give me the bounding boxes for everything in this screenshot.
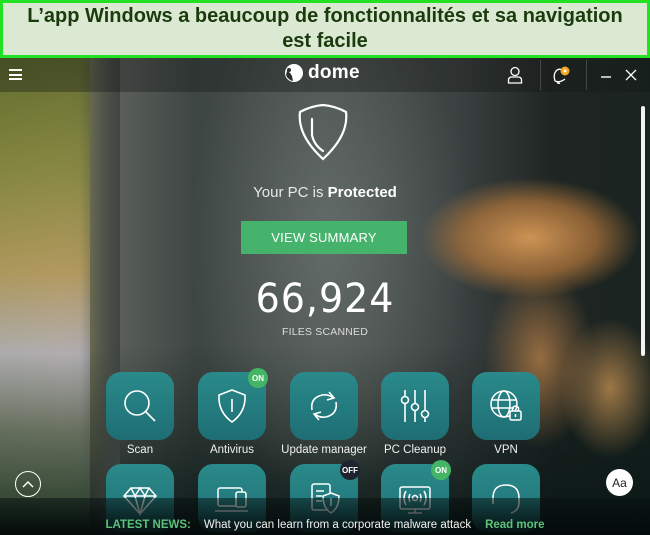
antivirus-status-badge: ON (248, 368, 268, 388)
brand-name: dome (308, 62, 360, 83)
scroll-up-button[interactable] (15, 471, 41, 497)
top-bar: dome (0, 58, 650, 92)
news-headline[interactable]: What you can learn from a corporate malw… (204, 519, 471, 531)
minimize-button[interactable] (597, 58, 615, 92)
dome-app-window: dome Your PC is Protected VIEW SUMMARY 6… (0, 58, 650, 535)
caption-banner: L’app Windows a beaucoup de fonctionnali… (0, 0, 650, 58)
refresh-icon (310, 391, 338, 421)
protection-status: Your PC is Protected (0, 184, 650, 201)
separator (540, 60, 541, 90)
shield-icon (298, 103, 348, 161)
search-icon (124, 390, 156, 422)
files-scanned-count: 66,924 (255, 276, 395, 322)
sliders-icon (400, 390, 430, 422)
status-prefix: Your PC is (253, 184, 328, 201)
vpn-tile[interactable] (472, 372, 540, 440)
account-button[interactable] (500, 58, 530, 92)
read-more-link[interactable]: Read more (485, 519, 544, 531)
notifications-button[interactable] (546, 58, 576, 92)
files-scanned-label: FILES SCANNED (281, 326, 369, 338)
close-button[interactable] (622, 58, 640, 92)
vpn-label: VPN (494, 444, 518, 456)
hamburger-icon[interactable] (9, 69, 22, 80)
globe-lock-icon (490, 390, 522, 421)
wifi-protection-status-badge: ON (431, 460, 451, 480)
update-manager-tile[interactable] (290, 372, 358, 440)
data-protection-status-badge: OFF (340, 460, 360, 480)
user-icon (507, 66, 523, 84)
scrollbar[interactable] (641, 106, 645, 356)
brand-logo: dome (284, 62, 360, 84)
bell-icon (553, 66, 570, 84)
shield-icon (218, 389, 246, 423)
close-icon (625, 69, 637, 81)
pc-cleanup-tile[interactable] (381, 372, 449, 440)
dome-logo-icon (285, 64, 303, 82)
minimize-icon (601, 76, 611, 78)
chevron-up-icon (22, 480, 34, 488)
scan-tile[interactable] (106, 372, 174, 440)
news-label: LATEST NEWS: (105, 519, 191, 531)
latest-news-bar: LATEST NEWS: What you can learn from a c… (0, 515, 650, 535)
status-state: Protected (327, 184, 397, 201)
separator (586, 60, 587, 90)
font-size-button[interactable]: Aa (606, 469, 633, 496)
view-summary-button[interactable]: VIEW SUMMARY (241, 221, 407, 254)
